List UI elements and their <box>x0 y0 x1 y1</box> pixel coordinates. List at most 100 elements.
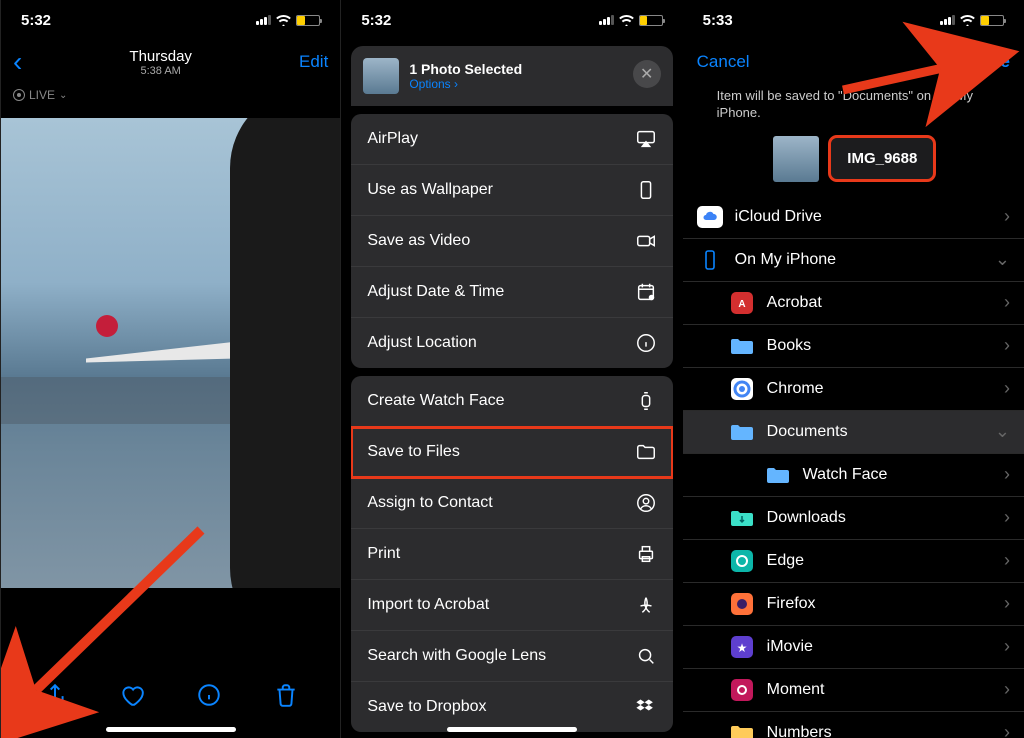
action-group-1: AirPlay Use as Wallpaper Save as Video Adju… <box>351 114 672 368</box>
edit-actions-button[interactable]: Edit Actions… <box>351 732 672 738</box>
action-adjust-date-time[interactable]: Adjust Date & Time <box>351 267 672 318</box>
location-firefox[interactable]: Firefox › <box>683 583 1024 626</box>
location-moment[interactable]: Moment› <box>683 669 1024 712</box>
folder-icon <box>729 335 755 357</box>
icloud-icon <box>697 206 723 228</box>
file-thumbnail <box>773 136 819 182</box>
location-list: iCloud Drive›On My iPhone⌄AAcrobat›Books… <box>683 196 1024 738</box>
share-thumbnail <box>363 58 399 94</box>
action-import-to-acrobat[interactable]: Import to Acrobat <box>351 580 672 631</box>
chevron-right-icon: › <box>1004 550 1010 571</box>
action-save-as-video[interactable]: Save as Video <box>351 216 672 267</box>
action-search-with-google-lens[interactable]: Search with Google Lens <box>351 631 672 682</box>
firefox-app-icon <box>729 593 755 615</box>
iphone-icon <box>697 249 723 271</box>
bottom-toolbar <box>1 670 340 720</box>
location-numbers[interactable]: Numbers› <box>683 712 1024 738</box>
status-bar: 5:32 <box>1 0 340 40</box>
status-right <box>256 15 320 26</box>
battery-icon <box>639 15 663 26</box>
folder-icon <box>765 464 791 486</box>
location-chrome[interactable]: Chrome › <box>683 368 1024 411</box>
signal-icon <box>256 15 271 25</box>
location-label: iMovie <box>767 638 992 656</box>
status-time: 5:33 <box>703 12 733 29</box>
edit-button[interactable]: Edit <box>299 52 328 72</box>
live-badge[interactable]: LIVE ⌄ <box>1 84 340 106</box>
location-label: Firefox <box>767 595 992 613</box>
action-create-watch-face[interactable]: Create Watch Face <box>351 376 672 427</box>
chevron-right-icon: › <box>1004 464 1010 485</box>
nav-bar: Cancel Save <box>683 40 1024 84</box>
location-label: Books <box>767 337 992 355</box>
location-documents[interactable]: Documents⌄ <box>683 411 1024 454</box>
location-label: Edge <box>767 552 992 570</box>
action-adjust-location[interactable]: Adjust Location <box>351 318 672 368</box>
action-label: Save as Video <box>367 232 470 250</box>
photo-viewer[interactable] <box>1 118 340 588</box>
calendar-icon <box>635 281 657 303</box>
action-airplay[interactable]: AirPlay <box>351 114 672 165</box>
action-save-to-dropbox[interactable]: Save to Dropbox <box>351 682 672 732</box>
share-icon[interactable] <box>42 682 68 708</box>
delete-icon[interactable] <box>273 682 299 708</box>
wifi-icon <box>276 15 291 26</box>
photo-content-window <box>230 118 340 588</box>
save-description: Item will be saved to "Documents" on On … <box>683 84 1024 132</box>
favorite-icon[interactable] <box>119 682 145 708</box>
action-label: Assign to Contact <box>367 494 492 512</box>
svg-text:★: ★ <box>736 641 747 655</box>
chrome-app-icon <box>729 378 755 400</box>
save-button[interactable]: Save <box>970 52 1010 72</box>
location-edge[interactable]: Edge › <box>683 540 1024 583</box>
share-title: 1 Photo Selected <box>409 61 522 77</box>
location-watch-face[interactable]: Watch Face› <box>683 454 1024 497</box>
contact-icon <box>635 492 657 514</box>
chevron-right-icon: › <box>1004 378 1010 399</box>
filename-field[interactable]: IMG_9688 <box>831 138 933 179</box>
info-icon[interactable] <box>196 682 222 708</box>
location-icloud-drive[interactable]: iCloud Drive› <box>683 196 1024 239</box>
close-button[interactable]: ✕ <box>633 60 661 88</box>
action-use-as-wallpaper[interactable]: Use as Wallpaper <box>351 165 672 216</box>
home-indicator[interactable] <box>106 727 236 732</box>
home-indicator[interactable] <box>447 727 577 732</box>
chevron-down-icon: ⌄ <box>59 90 67 101</box>
wifi-icon <box>960 15 975 26</box>
chevron-right-icon: › <box>1004 593 1010 614</box>
action-list: AirPlay Use as Wallpaper Save as Video Adju… <box>351 114 672 738</box>
live-icon <box>13 89 25 101</box>
action-save-to-files[interactable]: Save to Files <box>351 427 672 478</box>
chevron-down-icon: ⌄ <box>995 421 1010 442</box>
photo-content-logo <box>96 315 118 337</box>
moment-app-icon <box>729 679 755 701</box>
action-assign-to-contact[interactable]: Assign to Contact <box>351 478 672 529</box>
video-icon <box>635 230 657 252</box>
cancel-button[interactable]: Cancel <box>697 52 750 72</box>
phone-icon <box>635 179 657 201</box>
chevron-right-icon: › <box>1004 679 1010 700</box>
status-time: 5:32 <box>361 12 391 29</box>
action-print[interactable]: Print <box>351 529 672 580</box>
signal-icon <box>940 15 955 25</box>
location-label: On My iPhone <box>735 251 983 269</box>
location-downloads[interactable]: Downloads› <box>683 497 1024 540</box>
printer-icon <box>635 543 657 565</box>
action-label: AirPlay <box>367 130 418 148</box>
location-label: Chrome <box>767 380 992 398</box>
location-books[interactable]: Books› <box>683 325 1024 368</box>
nav-subtime: 5:38 AM <box>129 65 192 77</box>
location-imovie[interactable]: ★ iMovie › <box>683 626 1024 669</box>
chevron-right-icon: › <box>1004 507 1010 528</box>
location-on-my-iphone[interactable]: On My iPhone⌄ <box>683 239 1024 282</box>
nav-bar: ‹ Thursday 5:38 AM Edit <box>1 40 340 84</box>
action-group-2: Create Watch Face Save to Files Assign to … <box>351 376 672 732</box>
location-acrobat[interactable]: AAcrobat› <box>683 282 1024 325</box>
action-label: Search with Google Lens <box>367 647 546 665</box>
action-label: Save to Files <box>367 443 459 461</box>
options-button[interactable]: Options › <box>409 77 522 91</box>
watch-icon <box>635 390 657 412</box>
chevron-right-icon: › <box>1004 636 1010 657</box>
file-preview: IMG_9688 <box>683 132 1024 196</box>
back-button[interactable]: ‹ <box>13 46 22 78</box>
